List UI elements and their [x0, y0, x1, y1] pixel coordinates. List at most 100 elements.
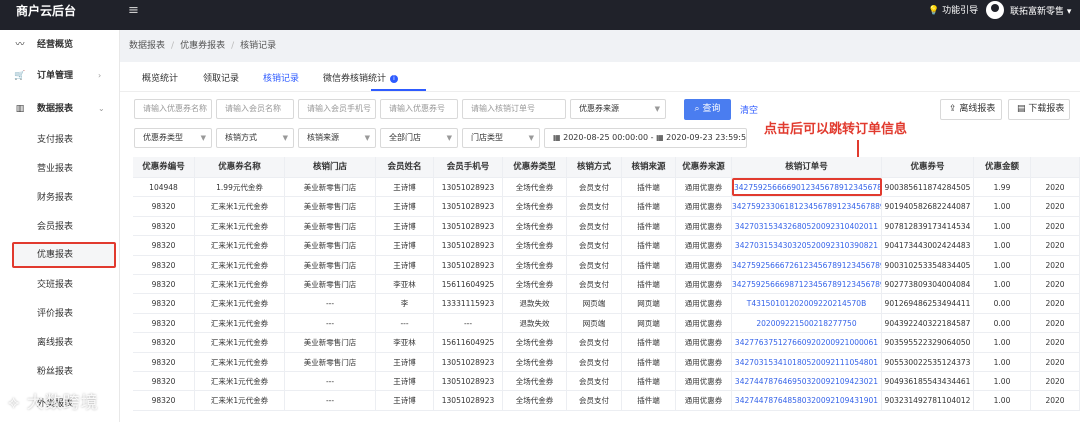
table-cell: 98320	[133, 236, 195, 255]
table-cell: 1.00	[974, 197, 1031, 216]
table-cell: 104948	[133, 178, 195, 197]
table-cell: 13051028923	[434, 391, 503, 410]
order-no-link[interactable]: 342703153430320520092310390821	[732, 236, 882, 255]
member-phone-input[interactable]: 请输入会员手机号	[298, 99, 376, 119]
sidebar-item-coupon-report[interactable]: 优惠报表	[12, 242, 116, 268]
coupon-name-input[interactable]: 请输入优惠券名称	[134, 99, 212, 119]
table-cell: 李亚林	[376, 275, 434, 294]
table-cell: 美业新零售门店	[285, 352, 376, 371]
table-cell: 905530022535124373	[882, 352, 974, 371]
coupon-no-input[interactable]: 请输入优惠券号	[380, 99, 458, 119]
offline-report-label: 离线报表	[959, 104, 996, 114]
download-report-button[interactable]: ▤ 下载报表	[1008, 99, 1070, 120]
coupon-type-select[interactable]: 优惠券类型 ▼	[134, 128, 212, 148]
sidebar-item-overview[interactable]: 〰 经营概览	[0, 33, 120, 57]
offline-report-button[interactable]: ⇪ 离线报表	[940, 99, 1002, 120]
verify-source-select[interactable]: 核销来源 ▼	[298, 128, 376, 148]
order-no-link[interactable]: 202009221500218277750	[732, 313, 882, 333]
sidebar-item-review-report[interactable]: 评价报表	[12, 301, 116, 327]
tab-wechat-verify-stats[interactable]: 微信券核销统计 i	[323, 71, 399, 84]
sidebar-item-business-report[interactable]: 营业报表	[12, 156, 116, 182]
select-value: 全部门店	[389, 133, 421, 142]
tab-label: 微信券核销统计	[323, 74, 387, 84]
table-cell: 通用优惠券	[676, 372, 732, 391]
table-cell: 1.00	[974, 255, 1031, 274]
select-value: 核销来源	[307, 133, 339, 142]
table-cell: 美业新零售门店	[285, 197, 376, 216]
column-header: 核销门店	[285, 157, 376, 177]
table-cell: 汇来米1元代金券	[195, 294, 285, 313]
order-no-link[interactable]: 342759256667261234567891234567892	[732, 255, 882, 274]
breadcrumb-item[interactable]: 优惠券报表	[180, 41, 225, 51]
table-cell: 王诗博	[376, 255, 434, 274]
sidebar-item-finance-report[interactable]: 财务报表	[12, 185, 116, 211]
order-no-link[interactable]: 342759233061812345678912345678891	[732, 197, 882, 216]
table-cell: 1.00	[974, 352, 1031, 371]
tab-verify-records[interactable]: 核销记录	[263, 71, 299, 84]
order-no-link[interactable]: 342744787646950320092109423021	[732, 372, 882, 391]
column-header: 会员手机号	[434, 157, 503, 177]
table-cell: ---	[285, 294, 376, 313]
order-no-link[interactable]: 342703153432680520092310402011	[732, 216, 882, 236]
share-icon: ⇪	[949, 104, 957, 114]
table-cell: 会员支付	[567, 275, 622, 294]
order-no-link[interactable]: 342759256666901234567891234567891	[732, 178, 882, 197]
table-cell: 13051028923	[434, 216, 503, 236]
sidebar-item-reports[interactable]: ▥ 数据报表 ⌄	[0, 97, 120, 121]
date-range-picker[interactable]: ▦ 2020-08-25 00:00:00 - ▦ 2020-09-23 23:…	[544, 128, 747, 148]
table-cell: 2020	[1031, 216, 1080, 236]
table-cell: 98320	[133, 275, 195, 294]
tab-bar: 概览统计 领取记录 核销记录 微信券核销统计 i	[120, 62, 1080, 92]
order-no-link[interactable]: 342744787648580320092109431901	[732, 391, 882, 410]
table-cell: 汇来米1元代金券	[195, 391, 285, 410]
table-cell: 15611604925	[434, 275, 503, 294]
table-cell: 插件端	[622, 216, 676, 236]
table-cell: 通用优惠券	[676, 313, 732, 333]
tab-receive-records[interactable]: 领取记录	[203, 71, 239, 84]
table-cell: 1.00	[974, 216, 1031, 236]
sidebar-item-member-report[interactable]: 会员报表	[12, 214, 116, 240]
table-cell: 全场代金券	[503, 391, 567, 410]
table-cell: 网页端	[622, 313, 676, 333]
table-cell: 13051028923	[434, 352, 503, 371]
feature-guide-button[interactable]: 💡 功能引导	[928, 3, 978, 16]
caret-down-icon: ▼	[446, 134, 452, 142]
member-name-input[interactable]: 请输入会员名称	[216, 99, 294, 119]
order-no-link[interactable]: 342776375127660920200921000061	[732, 333, 882, 352]
table-cell: 2020	[1031, 372, 1080, 391]
order-no-link[interactable]: 342703153410180520092111054801	[732, 352, 882, 371]
table-cell: 通用优惠券	[676, 236, 732, 255]
query-button[interactable]: ⌕ 查询	[684, 99, 731, 120]
order-no-link[interactable]: 342759256669871234567891234567891	[732, 275, 882, 294]
clear-button[interactable]: 清空	[740, 103, 758, 116]
info-icon[interactable]: i	[390, 74, 399, 83]
sidebar-item-payment-report[interactable]: 支付报表	[12, 127, 116, 153]
menu-toggle-icon[interactable]: ≡	[128, 3, 139, 18]
sidebar-item-offline-report[interactable]: 离线报表	[12, 330, 116, 356]
table-cell: 会员支付	[567, 178, 622, 197]
table-cell: 插件端	[622, 178, 676, 197]
user-menu[interactable]: 联拓富新零售 ▾	[1010, 4, 1071, 17]
order-no-link[interactable]: T43150101202009220214570B	[732, 294, 882, 313]
order-no-input[interactable]: 请输入核销订单号	[462, 99, 566, 119]
table-cell: 13051028923	[434, 372, 503, 391]
breadcrumb: 数据报表 / 优惠券报表 / 核销记录	[129, 38, 276, 51]
breadcrumb-item[interactable]: 数据报表	[129, 41, 165, 51]
sidebar-item-shift-report[interactable]: 交班报表	[12, 272, 116, 298]
user-avatar[interactable]	[986, 1, 1004, 19]
cart-icon: 🛒	[14, 71, 26, 81]
tab-overview[interactable]: 概览统计	[142, 71, 178, 84]
store-select[interactable]: 全部门店 ▼	[380, 128, 458, 148]
table-cell: 0.00	[974, 294, 1031, 313]
coupon-source-select[interactable]: 优惠券来源 ▼	[570, 99, 666, 119]
sidebar-item-orders[interactable]: 🛒 订单管理 ›	[0, 64, 120, 88]
table-cell: 插件端	[622, 197, 676, 216]
column-header: 核销方式	[567, 157, 622, 177]
table-cell: 王诗博	[376, 391, 434, 410]
table-cell: 王诗博	[376, 352, 434, 371]
verify-method-select[interactable]: 核销方式 ▼	[216, 128, 294, 148]
store-type-select[interactable]: 门店类型 ▼	[462, 128, 540, 148]
table-cell: 网页端	[567, 313, 622, 333]
sidebar-item-fans-report[interactable]: 粉丝报表	[12, 359, 116, 385]
table-cell: 美业新零售门店	[285, 236, 376, 255]
